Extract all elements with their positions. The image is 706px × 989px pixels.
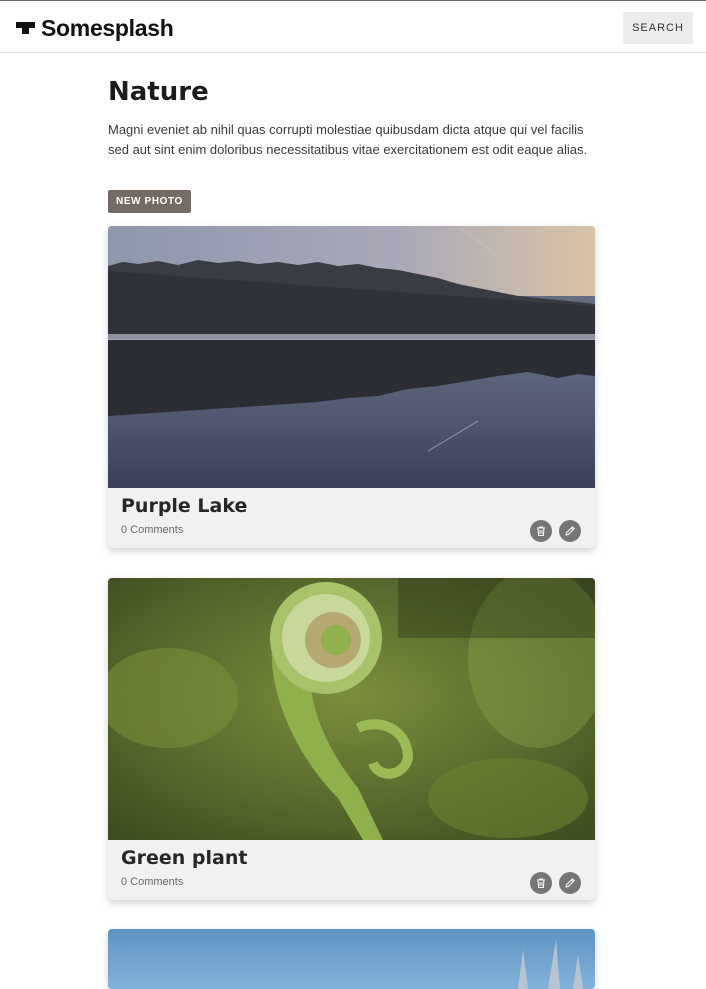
- photo-card: Purple Lake 0 Comments: [108, 226, 595, 548]
- logo-text: Somesplash: [41, 15, 174, 41]
- page-description: Magni eveniet ab nihil quas corrupti mol…: [108, 122, 588, 157]
- delete-button[interactable]: [530, 872, 552, 894]
- photo-image-lake[interactable]: [108, 226, 595, 488]
- trash-icon: [537, 878, 545, 888]
- card-body: Green plant 0 Comments: [108, 840, 595, 900]
- photo-card: Green plant 0 Comments: [108, 578, 595, 900]
- photo-title[interactable]: Green plant: [121, 847, 247, 869]
- comments-count: 0 Comments: [121, 876, 184, 888]
- photo-title[interactable]: Purple Lake: [121, 495, 247, 517]
- logo-icon: [16, 20, 35, 38]
- logo[interactable]: Somesplash: [16, 15, 174, 42]
- page-title: Nature: [108, 77, 209, 107]
- pencil-icon: [565, 526, 575, 536]
- site-header: Somesplash SEARCH: [0, 1, 706, 53]
- new-photo-button[interactable]: NEW PHOTO: [108, 190, 191, 213]
- delete-button[interactable]: [530, 520, 552, 542]
- search-button[interactable]: SEARCH: [623, 12, 693, 44]
- photo-card: [108, 929, 595, 989]
- edit-button[interactable]: [559, 872, 581, 894]
- trash-icon: [537, 526, 545, 536]
- photo-image-sky[interactable]: [108, 929, 595, 989]
- card-body: Purple Lake 0 Comments: [108, 488, 595, 548]
- edit-button[interactable]: [559, 520, 581, 542]
- comments-count: 0 Comments: [121, 524, 184, 536]
- photo-image-plant[interactable]: [108, 578, 595, 840]
- pencil-icon: [565, 878, 575, 888]
